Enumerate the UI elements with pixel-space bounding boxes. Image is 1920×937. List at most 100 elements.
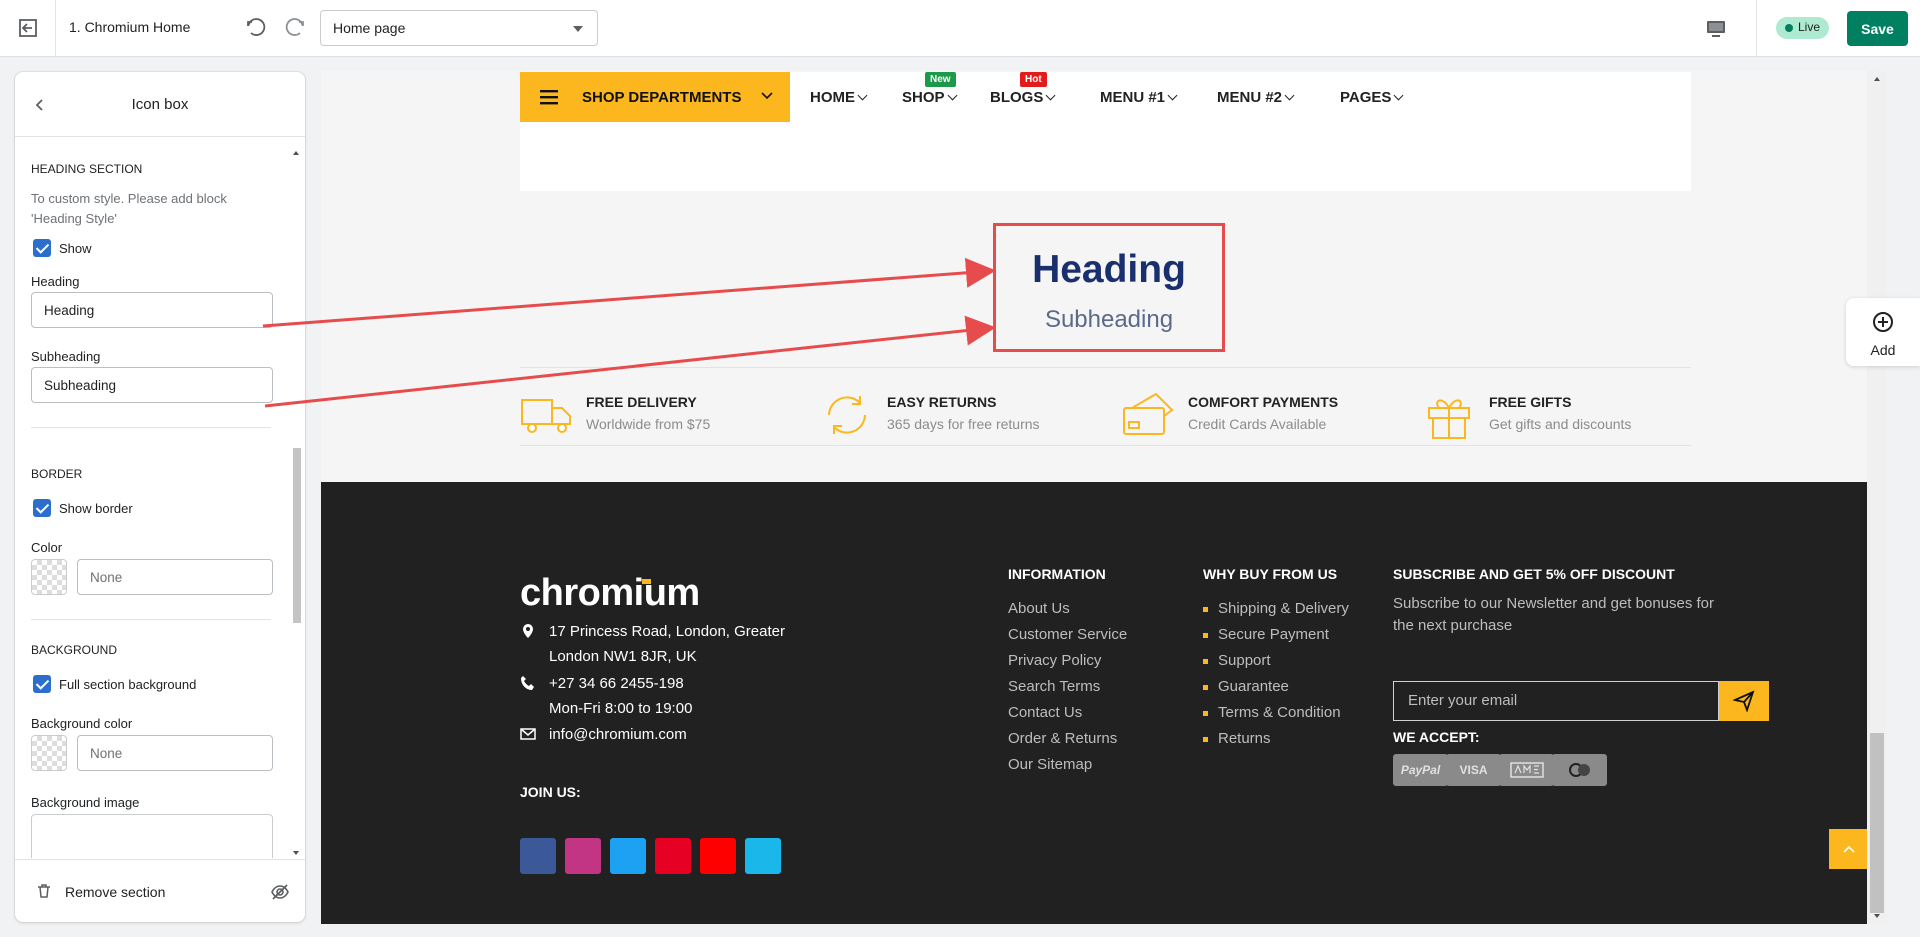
save-button[interactable]: Save <box>1847 11 1908 46</box>
newsletter-email-input[interactable]: Enter your email <box>1393 681 1719 721</box>
divider <box>31 427 271 428</box>
back-to-top-button[interactable] <box>1829 829 1869 869</box>
footer-link-privacy[interactable]: Privacy Policy <box>1008 652 1101 669</box>
pinterest-icon[interactable] <box>655 838 691 874</box>
border-color-swatch[interactable] <box>31 559 67 595</box>
map-pin-icon <box>523 624 533 638</box>
hide-section-button[interactable] <box>270 882 290 902</box>
background-color-input[interactable]: None <box>77 735 273 771</box>
chevron-up-icon <box>1843 845 1855 853</box>
footer-link-shipping[interactable]: Shipping & Delivery <box>1203 600 1349 617</box>
nav-pages[interactable]: PAGES <box>1340 89 1404 106</box>
nav-shop[interactable]: SHOP <box>902 89 957 106</box>
footer-link-order-returns[interactable]: Order & Returns <box>1008 730 1117 747</box>
returns-icon <box>828 396 866 434</box>
vimeo-icon[interactable] <box>745 838 781 874</box>
undo-icon <box>247 18 266 36</box>
chevron-down-icon <box>1393 90 1404 101</box>
subheading-input[interactable]: Subheading <box>31 367 273 403</box>
nav-menu-1[interactable]: MENU #1 <box>1100 89 1178 106</box>
show-heading-checkbox[interactable] <box>33 239 51 257</box>
background-image-picker[interactable] <box>31 814 273 858</box>
exit-button[interactable] <box>0 0 56 56</box>
background-image-label: Background image <box>31 795 140 810</box>
heading-highlight-box[interactable]: Heading Subheading <box>993 223 1225 352</box>
chevron-down-icon <box>947 90 957 101</box>
feature-subtitle: Worldwide from $75 <box>586 416 711 432</box>
panel-header: Icon box <box>15 72 305 137</box>
scroll-up-icon[interactable] <box>291 148 301 158</box>
feature-subtitle: Credit Cards Available <box>1188 416 1327 432</box>
card-icon <box>1123 392 1174 435</box>
scrollbar-thumb[interactable] <box>293 448 301 623</box>
footer-logo[interactable]: chromium <box>520 572 700 615</box>
paypal-badge: PayPal <box>1393 754 1448 786</box>
feature-title: EASY RETURNS <box>887 394 997 410</box>
nav-home[interactable]: HOME <box>810 89 868 106</box>
scroll-down-icon[interactable] <box>291 848 301 858</box>
instagram-icon[interactable] <box>565 838 601 874</box>
scroll-up-icon[interactable] <box>1872 74 1882 84</box>
footer-link-guarantee[interactable]: Guarantee <box>1203 678 1289 695</box>
caret-down-icon <box>573 26 583 32</box>
exit-icon <box>18 19 37 37</box>
redo-button[interactable] <box>280 14 308 42</box>
feature-comfort-payments: COMFORT PAYMENTS Credit Cards Available <box>1122 390 1392 440</box>
redo-icon <box>285 18 304 36</box>
footer-link-returns[interactable]: Returns <box>1203 730 1271 747</box>
border-section-title: BORDER <box>31 467 83 481</box>
footer-link-search-terms[interactable]: Search Terms <box>1008 678 1100 695</box>
footer-link-customer-service[interactable]: Customer Service <box>1008 626 1127 643</box>
footer-email-link[interactable]: info@chromium.com <box>549 722 687 747</box>
show-border-checkbox[interactable] <box>33 499 51 517</box>
nav-menu-2-label: MENU #2 <box>1217 89 1283 106</box>
mastercard-icon <box>1552 754 1607 786</box>
show-border-label: Show border <box>59 501 133 516</box>
feature-free-delivery: FREE DELIVERY Worldwide from $75 <box>520 390 790 440</box>
background-color-swatch[interactable] <box>31 735 67 771</box>
panel-scrollbar[interactable] <box>291 148 301 858</box>
twitter-icon[interactable] <box>610 838 646 874</box>
footer-link-secure-payment[interactable]: Secure Payment <box>1203 626 1329 643</box>
footer-link-about[interactable]: About Us <box>1008 600 1070 617</box>
footer-link-support[interactable]: Support <box>1203 652 1271 669</box>
why-buy-title: WHY BUY FROM US <box>1203 566 1338 582</box>
newsletter-submit-button[interactable] <box>1719 681 1769 721</box>
scrollbar-thumb[interactable] <box>1870 733 1884 913</box>
remove-section-label[interactable]: Remove section <box>65 884 165 900</box>
youtube-icon[interactable] <box>700 838 736 874</box>
heading-section-title: HEADING SECTION <box>31 162 143 176</box>
border-color-input[interactable]: None <box>77 559 273 595</box>
nav-menu-2[interactable]: MENU #2 <box>1217 89 1295 106</box>
heading-section-help: To custom style. Please add block 'Headi… <box>31 191 227 226</box>
facebook-icon[interactable] <box>520 838 556 874</box>
footer-link-terms[interactable]: Terms & Condition <box>1203 704 1341 721</box>
chevron-down-icon <box>857 90 868 101</box>
nav-menu-1-label: MENU #1 <box>1100 89 1166 106</box>
remove-section-button[interactable] <box>35 882 53 900</box>
footer-link-contact[interactable]: Contact Us <box>1008 704 1082 721</box>
feature-title: FREE DELIVERY <box>586 394 697 410</box>
panel-scroll-area[interactable]: HEADING SECTION To custom style. Please … <box>15 138 305 858</box>
add-label: Add <box>1870 342 1896 358</box>
preview-scrollbar[interactable] <box>1867 71 1887 924</box>
topbar-divider <box>1756 0 1757 56</box>
phone-number[interactable]: +27 34 66 2455-198 <box>549 671 692 696</box>
page-select[interactable]: Home page <box>320 10 598 46</box>
nav-blogs[interactable]: BLOGS <box>990 89 1056 106</box>
add-button[interactable]: Add <box>1846 298 1920 366</box>
shop-departments-button[interactable]: SHOP DEPARTMENTS <box>520 72 790 122</box>
undo-button[interactable] <box>243 14 271 42</box>
phone-icon <box>521 676 534 690</box>
footer-link-sitemap[interactable]: Our Sitemap <box>1008 756 1092 773</box>
heading-input[interactable]: Heading <box>31 292 273 328</box>
divider <box>520 367 1691 368</box>
device-toggle[interactable] <box>1703 16 1729 42</box>
plus-circle-icon <box>1873 312 1893 332</box>
footer-logo-text: chromium <box>520 572 700 614</box>
full-background-checkbox[interactable] <box>33 675 51 693</box>
section-heading: Heading <box>1032 248 1186 291</box>
amex-icon <box>1499 754 1554 786</box>
scroll-down-icon[interactable] <box>1872 911 1882 921</box>
eye-off-icon <box>271 884 289 900</box>
